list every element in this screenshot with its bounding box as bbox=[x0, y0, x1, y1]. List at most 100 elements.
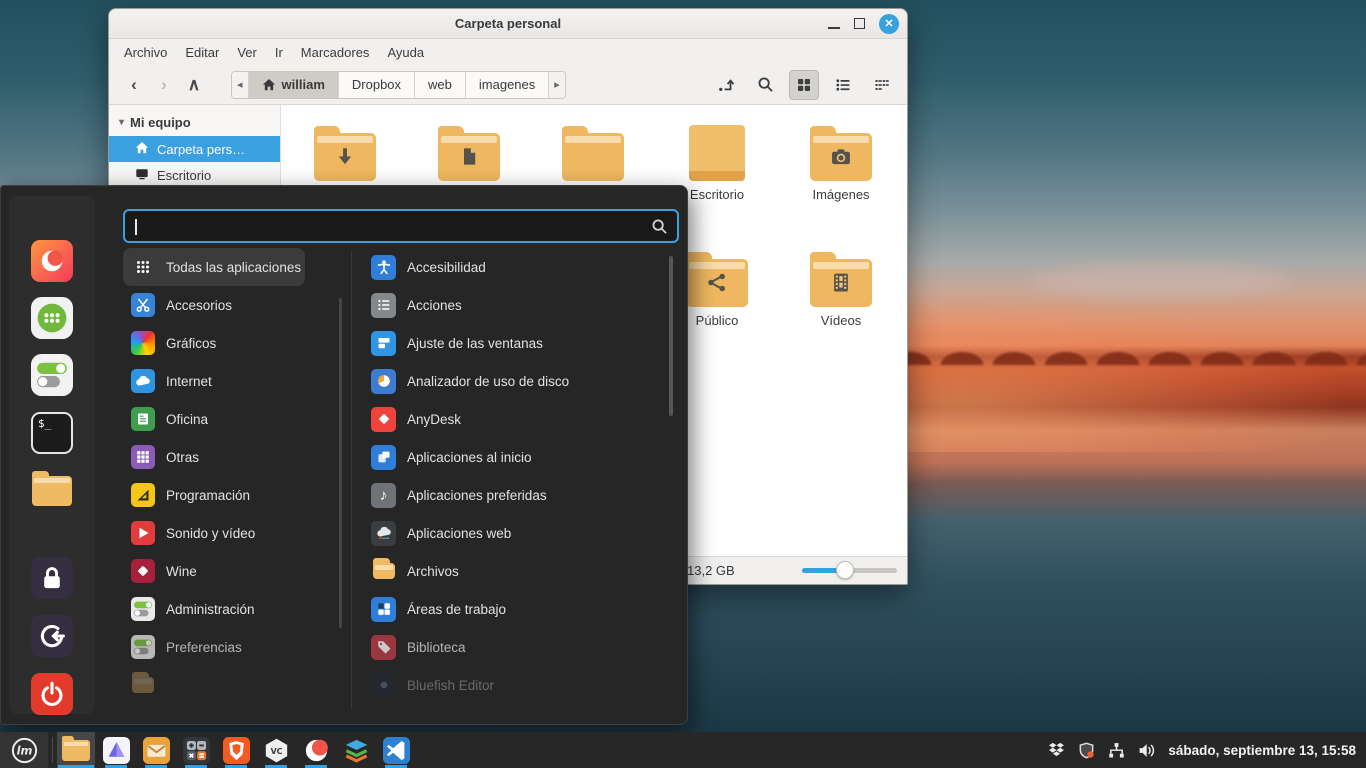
minimize-button[interactable] bbox=[828, 27, 840, 29]
menubar-item-archivo[interactable]: Archivo bbox=[115, 42, 176, 63]
favorite-firefox-icon[interactable] bbox=[31, 240, 73, 282]
app-bluefish-editor[interactable]: Bluefish Editor bbox=[363, 666, 659, 704]
shield-icon[interactable] bbox=[1078, 742, 1095, 759]
app-acciones[interactable]: Acciones bbox=[363, 286, 659, 324]
music-note-icon: ♪ bbox=[380, 488, 388, 503]
category-label: Wine bbox=[166, 564, 197, 579]
compact-view-button[interactable] bbox=[867, 70, 897, 100]
file-item-imagenes[interactable]: Imágenes bbox=[779, 123, 903, 249]
taskbar-app-vscode-icon[interactable] bbox=[377, 732, 415, 768]
favorite-logout-icon[interactable] bbox=[31, 615, 73, 657]
sidebar-section[interactable]: ▾ Mi equipo bbox=[109, 113, 280, 136]
taskbar-app-layers-icon[interactable] bbox=[337, 732, 375, 768]
categories-scrollbar[interactable] bbox=[339, 298, 342, 628]
list-view-button[interactable] bbox=[828, 70, 858, 100]
menubar-item-ver[interactable]: Ver bbox=[228, 42, 266, 63]
search-input[interactable] bbox=[125, 218, 651, 234]
app-accesibilidad[interactable]: Accesibilidad bbox=[363, 248, 659, 286]
menubar-item-ayuda[interactable]: Ayuda bbox=[378, 42, 433, 63]
taskbar-app-protonvpn-icon[interactable] bbox=[97, 732, 135, 768]
breadcrumb-scroll-right[interactable]: ▸ bbox=[549, 72, 565, 98]
app-biblioteca[interactable]: Biblioteca bbox=[363, 628, 659, 666]
clock[interactable]: sábado, septiembre 13, 15:58 bbox=[1168, 743, 1356, 758]
search-icon[interactable] bbox=[750, 70, 780, 100]
breadcrumb-imagenes[interactable]: imagenes bbox=[466, 72, 549, 98]
category-folder-partial-icon[interactable] bbox=[123, 666, 337, 704]
category-todas-las-aplicaciones[interactable]: Todas las aplicaciones bbox=[123, 248, 305, 286]
folder-partial-icon bbox=[132, 677, 154, 693]
network-icon[interactable] bbox=[1108, 742, 1125, 759]
app-analizador-de-uso-de-disco[interactable]: Analizador de uso de disco bbox=[363, 362, 659, 400]
maximize-button[interactable] bbox=[854, 18, 865, 29]
category-graficos[interactable]: Gráficos bbox=[123, 324, 337, 362]
app-aplicaciones-web[interactable]: Aplicaciones web bbox=[363, 514, 659, 552]
accessibility-icon bbox=[371, 255, 396, 280]
music-note-icon: ♪ bbox=[371, 483, 396, 508]
category-wine[interactable]: Wine bbox=[123, 552, 337, 590]
taskbar-app-firefox-icon[interactable] bbox=[297, 732, 335, 768]
menubar-item-editar[interactable]: Editar bbox=[176, 42, 228, 63]
app-areas-de-trabajo[interactable]: Áreas de trabajo bbox=[363, 590, 659, 628]
app-label: Accesibilidad bbox=[407, 260, 486, 275]
palette-icon bbox=[131, 331, 155, 355]
protonvpn-icon bbox=[103, 737, 130, 764]
titlebar[interactable]: Carpeta personal ✕ bbox=[109, 9, 907, 39]
forward-button[interactable]: › bbox=[149, 75, 179, 95]
favorite-lock-icon[interactable] bbox=[31, 557, 73, 599]
taskbar-app-files-folder-icon[interactable] bbox=[57, 732, 95, 768]
taskbar-app-veracrypt-icon[interactable]: VC bbox=[257, 732, 295, 768]
breadcrumb-dropbox[interactable]: Dropbox bbox=[339, 72, 415, 98]
files-folder-icon bbox=[32, 476, 72, 506]
close-button[interactable]: ✕ bbox=[879, 14, 899, 34]
app-label: AnyDesk bbox=[407, 412, 461, 427]
breadcrumb-william[interactable]: william bbox=[249, 72, 339, 98]
zoom-slider-handle[interactable] bbox=[836, 561, 854, 579]
office-doc-icon bbox=[131, 407, 155, 431]
menu-launcher-button[interactable]: lm bbox=[0, 732, 48, 768]
folder-plain-icon bbox=[562, 133, 624, 181]
edit-location-icon[interactable] bbox=[711, 70, 741, 100]
category-preferencias[interactable]: Preferencias bbox=[123, 628, 337, 666]
app-anydesk[interactable]: AnyDesk bbox=[363, 400, 659, 438]
category-otras[interactable]: Otras bbox=[123, 438, 337, 476]
favorite-terminal-icon[interactable]: $_ bbox=[31, 412, 73, 454]
category-accesorios[interactable]: Accesorios bbox=[123, 286, 337, 324]
taskbar-app-mail-icon[interactable] bbox=[137, 732, 175, 768]
favorite-settings-toggles-icon[interactable] bbox=[31, 354, 73, 396]
category-programacion[interactable]: Programación bbox=[123, 476, 337, 514]
taskbar-app-brave-icon[interactable] bbox=[217, 732, 255, 768]
grid-view-button[interactable] bbox=[789, 70, 819, 100]
taskbar-separator bbox=[52, 737, 53, 763]
taskbar-app-calculator-icon[interactable] bbox=[177, 732, 215, 768]
favorite-shutdown-power-icon[interactable] bbox=[31, 673, 73, 715]
app-aplicaciones-preferidas[interactable]: ♪Aplicaciones preferidas bbox=[363, 476, 659, 514]
menubar-item-marcadores[interactable]: Marcadores bbox=[292, 42, 379, 63]
apps-scrollbar[interactable] bbox=[669, 256, 673, 416]
favorite-files-folder-icon[interactable] bbox=[31, 470, 73, 512]
menu-apps: Accesibilidad AccionesAjuste de las venta… bbox=[363, 248, 659, 704]
category-oficina[interactable]: Oficina bbox=[123, 400, 337, 438]
app-label: Aplicaciones web bbox=[407, 526, 511, 541]
breadcrumb-scroll-left[interactable]: ◂ bbox=[232, 72, 249, 98]
favorite-software-manager-icon[interactable] bbox=[31, 297, 73, 339]
menubar-item-ir[interactable]: Ir bbox=[266, 42, 292, 63]
app-aplicaciones-al-inicio[interactable]: Aplicaciones al inicio bbox=[363, 438, 659, 476]
up-button[interactable]: ∧ bbox=[179, 75, 209, 95]
disk-pie-icon bbox=[371, 369, 396, 394]
category-label: Administración bbox=[166, 602, 255, 617]
app-label: Aplicaciones al inicio bbox=[407, 450, 532, 465]
text-caret bbox=[135, 219, 137, 235]
file-item-videos[interactable]: Vídeos bbox=[779, 249, 903, 375]
volume-icon[interactable] bbox=[1138, 742, 1155, 759]
back-button[interactable]: ‹ bbox=[119, 75, 149, 95]
category-internet[interactable]: Internet bbox=[123, 362, 337, 400]
breadcrumb-web[interactable]: web bbox=[415, 72, 466, 98]
layers-icon bbox=[343, 737, 370, 764]
dropbox-icon[interactable] bbox=[1048, 742, 1065, 759]
app-ajuste-de-las-ventanas[interactable]: Ajuste de las ventanas bbox=[363, 324, 659, 362]
zoom-slider[interactable] bbox=[802, 568, 897, 573]
app-archivos[interactable]: Archivos bbox=[363, 552, 659, 590]
category-sonido-y-video[interactable]: Sonido y vídeo bbox=[123, 514, 337, 552]
sidebar-item-carpeta-pers[interactable]: Carpeta pers… bbox=[109, 136, 280, 162]
category-administracion[interactable]: Administración bbox=[123, 590, 337, 628]
